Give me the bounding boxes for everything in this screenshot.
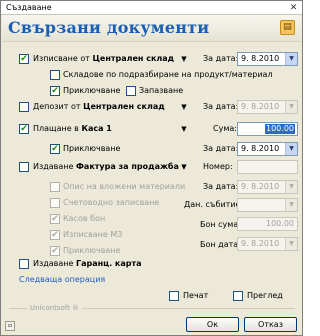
note-icon[interactable]: ▤ [280, 20, 295, 35]
invoice-sub-label-accounting: Счетоводно записване [63, 198, 160, 207]
deposit-label-prefix: Депозит от [33, 102, 81, 111]
cancel-button[interactable]: Отказ [244, 317, 297, 332]
deposit-date-label: За дата: [203, 102, 239, 111]
preview-label: Преглед [247, 291, 283, 300]
storage-default-checkbox[interactable] [50, 70, 60, 80]
invoice-sub-label-receipt: Касов бон [63, 214, 106, 223]
warranty-label-prefix: Издаване [33, 259, 74, 268]
invoice-date-label: За дата: [203, 182, 239, 191]
dialog-header: Свързани документи ▤ [2, 15, 301, 42]
window-title: Създаване [6, 3, 52, 12]
invoice-checkbox[interactable] [19, 162, 29, 172]
page-title: Свързани документи [8, 18, 210, 37]
deposit-warehouse-name: Централен склад [83, 102, 165, 111]
invoice-sub-checkbox-materials[interactable] [50, 182, 60, 192]
chevron-down-icon[interactable]: ▼ [285, 238, 297, 250]
deposit-warehouse-dropdown-icon[interactable]: ▼ [179, 102, 189, 112]
print-label: Печат [183, 291, 209, 300]
warranty-doc-type: Гаранц. карта [76, 259, 142, 268]
payment-sum-value: 100.00 [265, 124, 295, 134]
invoice-sub-checkbox-receipt[interactable]: ✔ [50, 214, 60, 224]
reserve-label: Запазване [139, 86, 184, 95]
payment-date-field[interactable]: 9. 8.2010 ▼ [237, 142, 298, 156]
issue-post-label: Приключване [63, 86, 121, 95]
receipt-sum-label: Бон сума: [200, 220, 241, 229]
receipt-date-value: 9. 8.2010 [241, 239, 280, 248]
invoice-sub-label-writeoff: Изписване МЗ [63, 230, 123, 239]
deposit-date-field[interactable]: 9. 8.2010 ▼ [237, 100, 298, 114]
chevron-down-icon[interactable]: ▼ [285, 143, 297, 155]
brand-label: Unicontsoft ® [27, 304, 83, 312]
chevron-down-icon[interactable]: ▼ [285, 101, 297, 113]
invoice-label-prefix: Издаване [33, 162, 74, 171]
invoice-doc-type: Фактура за продажба [76, 162, 179, 171]
receipt-date-field[interactable]: 9. 8.2010 ▼ [237, 237, 298, 251]
chevron-down-icon[interactable]: ▼ [285, 181, 297, 193]
title-bar: Създаване ✕ [1, 1, 302, 15]
issue-label: Изписване от Централен склад [33, 54, 174, 63]
reserve-checkbox[interactable] [126, 86, 136, 96]
issue-date-value: 9. 8.2010 [241, 54, 280, 63]
payment-post-label: Приключване [63, 144, 121, 153]
chevron-down-icon[interactable]: ▼ [285, 53, 297, 65]
invoice-sub-checkbox-post[interactable]: ✔ [50, 246, 60, 256]
receipt-sum-value: 100.00 [266, 219, 294, 228]
issue-warehouse-name: Централен склад [92, 54, 175, 63]
next-operation-link[interactable]: Следваща операция [19, 275, 105, 284]
invoice-sub-label-materials: Опис на вложени материали [63, 182, 186, 191]
tax-event-field[interactable]: ▼ [237, 198, 298, 212]
invoice-label: Издаване Фактура за продажба [33, 162, 179, 171]
chevron-down-icon[interactable]: ▼ [285, 199, 297, 211]
ok-button[interactable]: Ок [186, 317, 239, 332]
issue-warehouse-dropdown-icon[interactable]: ▼ [179, 54, 189, 64]
issue-label-prefix: Изписване от [33, 54, 90, 63]
payment-date-label: За дата: [203, 144, 239, 153]
invoice-sub-checkbox-accounting[interactable] [50, 198, 60, 208]
warranty-label: Издаване Гаранц. карта [33, 259, 142, 268]
preview-checkbox[interactable] [233, 291, 243, 301]
tax-event-label: Дан. събитие: [184, 200, 244, 209]
warranty-checkbox[interactable] [19, 259, 29, 269]
deposit-date-value: 9. 8.2010 [241, 102, 280, 111]
invoice-number-field[interactable] [237, 160, 298, 174]
payment-cashbox-name: Каса 1 [81, 124, 112, 133]
invoice-date-field[interactable]: 9. 8.2010 ▼ [237, 180, 298, 194]
resize-grip-icon: ▫ [5, 321, 15, 331]
issue-post-checkbox[interactable]: ✔ [50, 86, 60, 96]
issue-checkbox[interactable]: ✔ [19, 54, 29, 64]
payment-post-checkbox[interactable]: ✔ [50, 144, 60, 154]
payment-label-prefix: Плащане в [33, 124, 79, 133]
invoice-sub-checkbox-writeoff[interactable]: ✔ [50, 230, 60, 240]
deposit-label: Депозит от Централен склад [33, 102, 165, 111]
print-checkbox[interactable] [169, 291, 179, 301]
storage-default-label: Складове по подразбиране на продукт/мате… [63, 70, 273, 79]
invoice-sub-label-post: Приключване [63, 246, 121, 255]
invoice-date-value: 9. 8.2010 [241, 182, 280, 191]
create-dialog: Създаване ✕ Свързани документи ▤ ✔ Изпис… [0, 0, 303, 336]
payment-checkbox[interactable]: ✔ [19, 124, 29, 134]
payment-sum-label: Сума: [213, 124, 237, 133]
close-icon[interactable]: ✕ [288, 3, 299, 13]
deposit-checkbox[interactable] [19, 102, 29, 112]
invoice-type-dropdown-icon[interactable]: ▼ [179, 162, 189, 172]
payment-label: Плащане в Каса 1 [33, 124, 112, 133]
payment-date-value: 9. 8.2010 [241, 144, 280, 153]
receipt-date-label: Бон дата: [200, 240, 241, 249]
payment-sum-field[interactable]: 100.00 [237, 122, 298, 136]
payment-cashbox-dropdown-icon[interactable]: ▼ [179, 124, 189, 134]
receipt-sum-field[interactable]: 100.00 [237, 217, 298, 231]
issue-date-label: За дата: [203, 54, 239, 63]
invoice-number-label: Номер: [203, 162, 233, 171]
issue-date-field[interactable]: 9. 8.2010 ▼ [237, 52, 298, 66]
